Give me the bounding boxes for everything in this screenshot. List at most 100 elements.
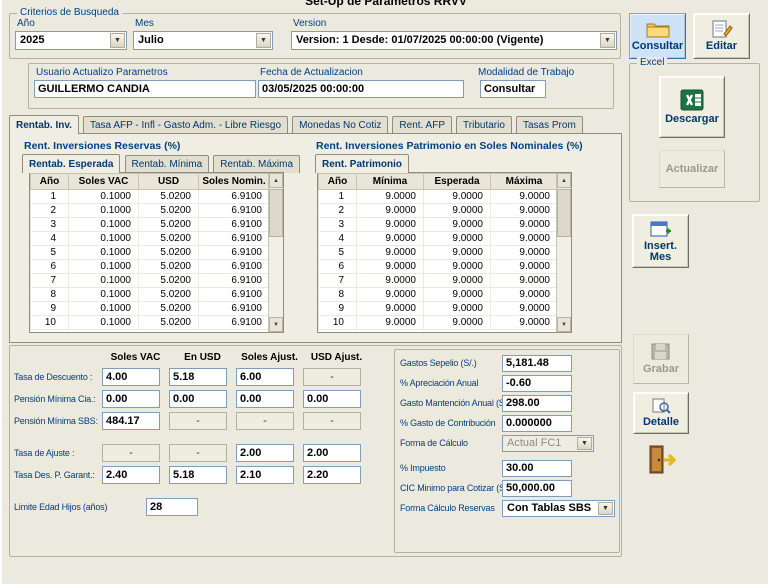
table-row[interactable]: 2 9.0000 9.0000 9.0000 bbox=[318, 203, 558, 218]
param-input[interactable]: 0.000000 bbox=[502, 414, 572, 432]
matrix-cell-input[interactable]: 0.00 bbox=[102, 390, 160, 408]
scroll-down-button[interactable]: ▼ bbox=[269, 317, 283, 332]
scroll-up-button[interactable]: ▲ bbox=[269, 173, 283, 188]
col-header-usd[interactable]: USD bbox=[138, 173, 199, 190]
year-select[interactable]: 2025 ▼ bbox=[15, 31, 127, 50]
table-row[interactable]: 2 0.1000 5.0200 6.9100 bbox=[30, 203, 270, 218]
col-header-ano[interactable]: Año bbox=[30, 173, 69, 190]
descargar-button[interactable]: Descargar bbox=[659, 76, 725, 138]
table-row[interactable]: 6 0.1000 5.0200 6.9100 bbox=[30, 259, 270, 274]
table-header-row: Año Soles VAC USD Soles Nomin. bbox=[30, 173, 270, 190]
param-input[interactable]: 30.00 bbox=[502, 459, 572, 477]
matrix-cell-input[interactable]: 4.00 bbox=[102, 368, 160, 386]
matrix-cell-input[interactable]: 2.10 bbox=[236, 466, 294, 484]
vertical-scrollbar[interactable]: ▲ ▼ bbox=[268, 173, 283, 332]
table-row[interactable]: 6 9.0000 9.0000 9.0000 bbox=[318, 259, 558, 274]
table-row[interactable]: 3 9.0000 9.0000 9.0000 bbox=[318, 217, 558, 232]
table-cell: 8 bbox=[318, 287, 357, 302]
editar-button[interactable]: Editar bbox=[693, 13, 750, 59]
tab-tasas-prom[interactable]: Tasas Prom bbox=[515, 116, 583, 134]
matrix-cell-input[interactable]: 2.00 bbox=[303, 444, 361, 462]
col-header-esperada[interactable]: Esperada bbox=[423, 173, 491, 190]
version-select[interactable]: Version: 1 Desde: 01/07/2025 00:00:00 (V… bbox=[291, 31, 617, 50]
param-row: Forma de Cálculo Actual FC1 ▼ bbox=[400, 433, 616, 453]
insert-mes-button[interactable]: Insert. Mes bbox=[632, 214, 689, 268]
tab-rent-afp[interactable]: Rent. AFP bbox=[392, 116, 452, 134]
table-cell: 0.1000 bbox=[68, 203, 139, 218]
table-row[interactable]: 7 9.0000 9.0000 9.0000 bbox=[318, 273, 558, 288]
matrix-row: Pensión Mínima SBS: 484.17- - - bbox=[14, 412, 390, 430]
fecha-actualizacion-field[interactable]: 03/05/2025 00:00:00 bbox=[258, 80, 464, 98]
param-select: Actual FC1 ▼ bbox=[502, 434, 594, 452]
consultar-button[interactable]: Consultar bbox=[629, 13, 686, 59]
table-row[interactable]: 9 9.0000 9.0000 9.0000 bbox=[318, 301, 558, 316]
detail-magnifier-icon bbox=[651, 398, 671, 414]
matrix-cell-input[interactable]: 484.17 bbox=[102, 412, 160, 430]
table-row[interactable]: 9 0.1000 5.0200 6.9100 bbox=[30, 301, 270, 316]
chevron-down-icon[interactable]: ▼ bbox=[256, 33, 271, 48]
table-row[interactable]: 1 0.1000 5.0200 6.9100 bbox=[30, 189, 270, 204]
exit-door-icon bbox=[646, 444, 680, 476]
matrix-cell-input[interactable]: 5.18 bbox=[169, 466, 227, 484]
param-label: Forma Cálculo Reservas bbox=[400, 503, 495, 513]
table-row[interactable]: 4 9.0000 9.0000 9.0000 bbox=[318, 231, 558, 246]
table-row[interactable]: 8 0.1000 5.0200 6.9100 bbox=[30, 287, 270, 302]
patrimonio-table: Año Mínima Esperada Máxima 1 9.0000 9.0000… bbox=[318, 173, 558, 330]
col-header-ano[interactable]: Año bbox=[318, 173, 357, 190]
col-header-minima[interactable]: Mínima bbox=[356, 173, 424, 190]
exit-button[interactable] bbox=[646, 444, 680, 478]
scroll-down-button[interactable]: ▼ bbox=[557, 317, 571, 332]
table-row[interactable]: 3 0.1000 5.0200 6.9100 bbox=[30, 217, 270, 232]
matrix-cell-input[interactable]: 2.00 bbox=[236, 444, 294, 462]
chevron-down-icon[interactable]: ▼ bbox=[110, 33, 125, 48]
param-input[interactable]: 5,181.48 bbox=[502, 354, 572, 372]
detalle-button[interactable]: Detalle bbox=[633, 392, 689, 434]
subtab-rentab-maxima[interactable]: Rentab. Máxima bbox=[213, 155, 301, 173]
matrix-cell-input[interactable]: 0.00 bbox=[169, 390, 227, 408]
subtab-rentab-minima[interactable]: Rentab. Mínima bbox=[124, 155, 210, 173]
matrix-cell-input[interactable]: 2.20 bbox=[303, 466, 361, 484]
matrix-cell-input[interactable]: 5.18 bbox=[169, 368, 227, 386]
param-input[interactable]: -0.60 bbox=[502, 374, 572, 392]
subtab-rentab-esperada[interactable]: Rentab. Esperada bbox=[22, 154, 121, 173]
matrix-cell-input[interactable]: 2.40 bbox=[102, 466, 160, 484]
scroll-thumb[interactable] bbox=[269, 189, 283, 237]
table-cell: 9.0000 bbox=[490, 287, 558, 302]
subtab-rent-patrimonio[interactable]: Rent. Patrimonio bbox=[315, 154, 410, 173]
scroll-up-button[interactable]: ▲ bbox=[557, 173, 571, 188]
tab-rentab-inv[interactable]: Rentab. Inv. bbox=[9, 115, 79, 134]
month-select[interactable]: Julio ▼ bbox=[133, 31, 273, 50]
param-input[interactable]: 50,000.00 bbox=[502, 479, 572, 497]
tab-tributario[interactable]: Tributario bbox=[456, 116, 512, 134]
table-cell: 4 bbox=[30, 231, 69, 246]
table-row[interactable]: 5 9.0000 9.0000 9.0000 bbox=[318, 245, 558, 260]
matrix-cell-disabled: - bbox=[303, 368, 361, 386]
limite-edad-input[interactable]: 28 bbox=[146, 498, 198, 516]
vertical-scrollbar[interactable]: ▲ ▼ bbox=[556, 173, 571, 332]
table-row[interactable]: 1 9.0000 9.0000 9.0000 bbox=[318, 189, 558, 204]
table-row[interactable]: 7 0.1000 5.0200 6.9100 bbox=[30, 273, 270, 288]
table-row[interactable]: 4 0.1000 5.0200 6.9100 bbox=[30, 231, 270, 246]
param-select[interactable]: Con Tablas SBS ▼ bbox=[502, 499, 615, 517]
table-row[interactable]: 5 0.1000 5.0200 6.9100 bbox=[30, 245, 270, 260]
matrix-cell-input[interactable]: 0.00 bbox=[236, 390, 294, 408]
col-header-soles-nomin[interactable]: Soles Nomin. bbox=[198, 173, 270, 190]
usuario-actualizo-field[interactable]: GUILLERMO CANDIA bbox=[34, 80, 256, 98]
matrix-cell-input[interactable]: 6.00 bbox=[236, 368, 294, 386]
col-header-maxima[interactable]: Máxima bbox=[490, 173, 558, 190]
table-cell: 9 bbox=[318, 301, 357, 316]
chevron-down-icon[interactable]: ▼ bbox=[600, 33, 615, 48]
param-input[interactable]: 298.00 bbox=[502, 394, 572, 412]
tab-monedas-no-cotiz[interactable]: Monedas No Cotiz bbox=[292, 116, 389, 134]
scroll-thumb[interactable] bbox=[557, 189, 571, 237]
col-header-soles-vac[interactable]: Soles VAC bbox=[68, 173, 139, 190]
table-cell: 9.0000 bbox=[423, 217, 491, 232]
modalidad-trabajo-field[interactable]: Consultar bbox=[480, 80, 546, 98]
matrix-cell-input[interactable]: 0.00 bbox=[303, 390, 361, 408]
table-row[interactable]: 10 0.1000 5.0200 6.9100 bbox=[30, 315, 270, 330]
tab-tasa-afp-infl-gasto[interactable]: Tasa AFP - Infl - Gasto Adm. - Libre Rie… bbox=[83, 116, 289, 134]
table-row[interactable]: 8 9.0000 9.0000 9.0000 bbox=[318, 287, 558, 302]
table-cell: 2 bbox=[30, 203, 69, 218]
table-row[interactable]: 10 9.0000 9.0000 9.0000 bbox=[318, 315, 558, 330]
table-cell: 5.0200 bbox=[138, 231, 199, 246]
